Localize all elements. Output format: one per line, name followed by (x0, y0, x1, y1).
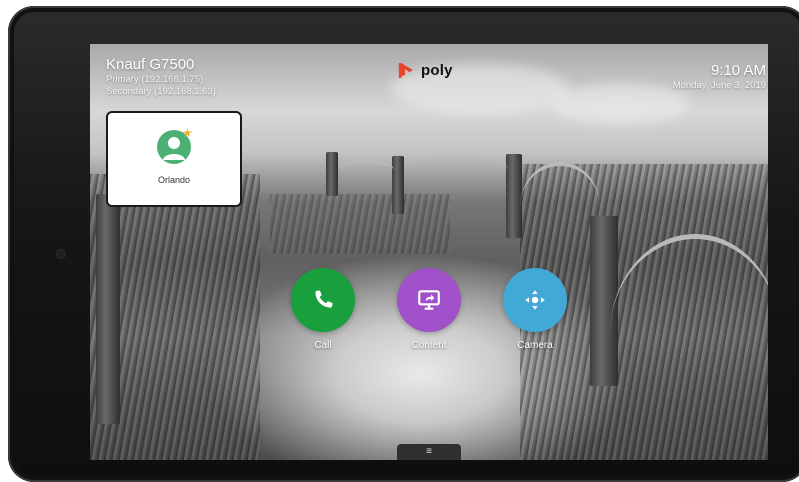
clock-widget: 9:10 AM Monday, June 3, 2019 (673, 62, 766, 92)
background-rope (520, 162, 600, 252)
home-screen: Knauf G7500 Primary (192.168.1.75) Secon… (90, 44, 768, 460)
content-label: Content (411, 340, 447, 351)
favorite-star-icon: ★ (182, 126, 193, 140)
camera-move-icon (525, 290, 545, 310)
touch-controller-device: Knauf G7500 Primary (192.168.1.75) Secon… (8, 6, 799, 482)
phone-icon (315, 290, 333, 308)
screen-share-icon (418, 290, 440, 310)
content-button[interactable]: Content (397, 268, 461, 351)
favorite-contact-card[interactable]: ★ Orlando (106, 111, 242, 207)
background-fence-post (506, 154, 522, 238)
room-info: Knauf G7500 Primary (192.168.1.75) Secon… (106, 56, 216, 98)
current-time: 9:10 AM (710, 62, 766, 79)
background-rope (338, 160, 394, 180)
menu-icon: ≡ (426, 446, 432, 457)
background-fence-post (96, 194, 120, 424)
poly-logo-icon (398, 63, 413, 78)
room-name: Knauf G7500 (106, 56, 195, 73)
poly-logo: poly (397, 60, 453, 80)
camera-label: Camera (517, 340, 553, 351)
current-date: Monday, June 3, 2019 (672, 80, 766, 91)
camera-button-circle[interactable] (503, 268, 567, 332)
background-grass-middle (270, 194, 450, 254)
background-rope (610, 234, 768, 434)
device-camera (57, 250, 65, 258)
call-button[interactable]: Call (291, 268, 355, 351)
primary-ip: Primary (192.168.1.75) (106, 74, 204, 85)
background-rope (404, 156, 508, 182)
menu-drawer-handle[interactable]: ≡ (397, 444, 461, 460)
background-cloud (550, 84, 690, 124)
poly-logo-text: poly (421, 61, 453, 79)
camera-button[interactable]: Camera (503, 268, 567, 351)
call-button-circle[interactable] (291, 268, 355, 332)
background-fence-post (392, 156, 404, 214)
content-button-circle[interactable] (397, 268, 461, 332)
background-fence-post (326, 152, 338, 196)
contact-name: Orlando (157, 175, 191, 185)
secondary-ip: Secondary (192.168.1.63) (106, 86, 216, 97)
call-label: Call (314, 340, 332, 351)
